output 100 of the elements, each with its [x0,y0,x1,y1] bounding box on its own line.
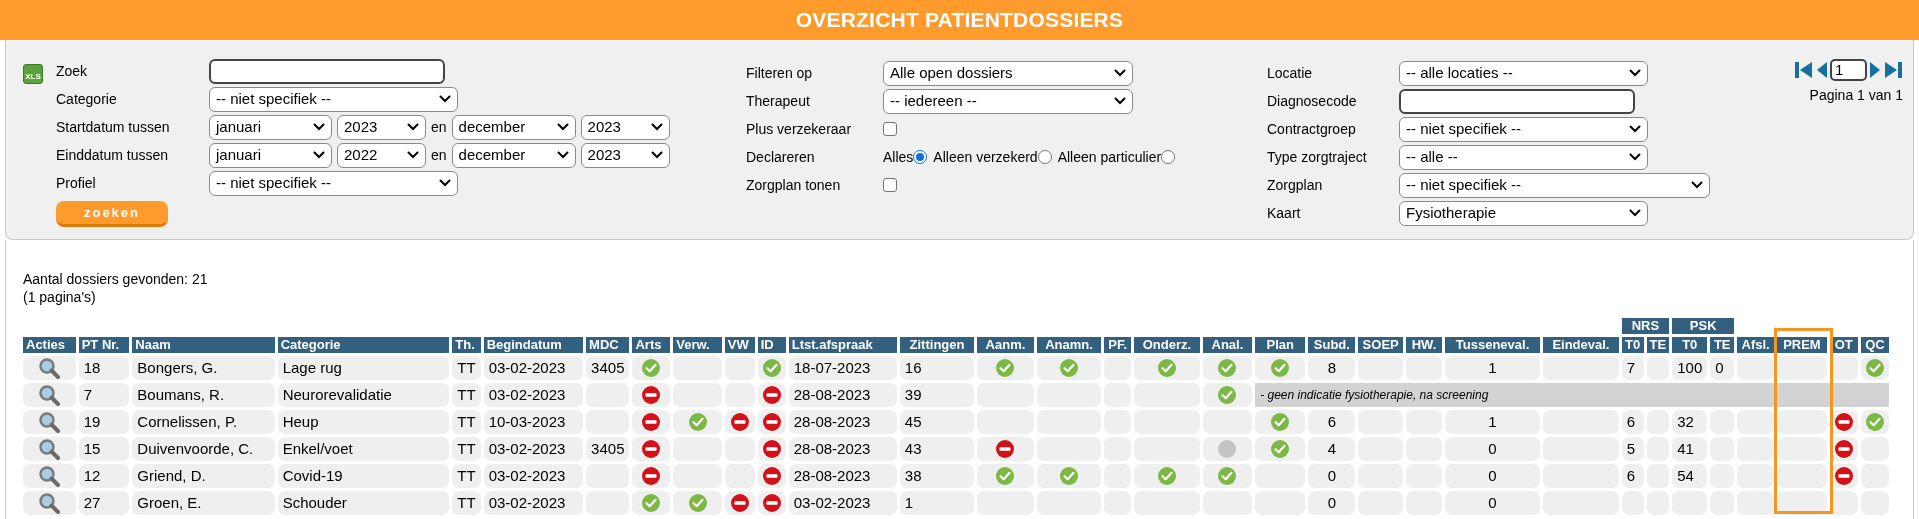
text-field[interactable] [1399,88,1635,114]
last-page-icon[interactable] [1883,61,1903,79]
field-label: Declareren [746,147,816,167]
column-header[interactable]: Onderz. [1134,337,1200,353]
table-cell: TT [452,383,481,407]
column-header[interactable]: PREM [1777,337,1827,353]
no-entry-icon [762,440,781,458]
column-header[interactable]: Arts [632,337,671,353]
dropdown-select[interactable]: 2023 [580,114,670,140]
column-header[interactable]: Begindatum [483,337,584,353]
table-cell: Bongers, G. [132,356,275,380]
dropdown-select[interactable]: -- niet specifiek -- [1399,116,1648,142]
checkbox[interactable] [883,178,897,192]
chevron-icon [650,151,663,159]
first-page-icon[interactable] [1794,61,1814,79]
page-title: OVERZICHT PATIENTDOSSIERS [795,7,1124,34]
column-header[interactable]: HW. [1406,337,1442,353]
next-page-icon[interactable] [1869,61,1881,79]
dropdown-select[interactable]: december [451,142,576,168]
table-cell: 1 [1444,410,1541,434]
radio-button[interactable] [913,150,928,164]
column-header[interactable]: Th. [452,337,481,353]
table-cell: 15 [78,437,130,461]
dropdown-select[interactable]: -- niet specifiek -- [209,170,458,196]
column-header[interactable]: Afsl. [1737,337,1775,353]
column-header[interactable]: QC [1860,337,1889,353]
column-header[interactable]: Acties [23,337,76,353]
search-icon[interactable] [38,357,61,379]
radio-button[interactable] [1161,150,1176,164]
dropdown-select[interactable]: -- niet specifiek -- [209,86,458,112]
dropdown-select[interactable]: januari [209,114,332,140]
empty-cell [1737,437,1775,461]
dropdown-select[interactable]: 2023 [337,114,426,140]
column-header[interactable]: TE [1710,337,1735,353]
column-header[interactable]: SOEP [1358,337,1404,353]
column-header[interactable]: Plan [1255,337,1306,353]
column-header[interactable]: Subd. [1308,337,1356,353]
field-label: Therapeut [746,91,811,111]
table-cell: 7 [1621,356,1644,380]
column-header[interactable]: PT Nr. [78,337,130,353]
dropdown-select[interactable]: 2022 [337,142,426,168]
chevron-icon [1629,69,1641,77]
table-cell: 54 [1672,464,1708,488]
column-header[interactable]: Categorie [277,337,450,353]
radio-button[interactable] [1037,150,1052,164]
search-icon[interactable] [38,411,61,433]
check-icon [1218,467,1237,485]
column-header[interactable]: T0 [1621,337,1644,353]
column-header[interactable]: Verw. [673,337,722,353]
previous-page-icon[interactable] [1816,61,1828,79]
column-header[interactable]: ID [757,337,786,353]
chevron-icon [1114,97,1126,105]
no-entry-icon [642,413,661,431]
search-icon[interactable] [38,438,61,460]
dropdown-select[interactable]: 2023 [580,142,670,168]
chevron-icon [313,151,325,159]
dropdown-select[interactable]: -- niet specifiek -- [1399,172,1710,198]
field-label: Zorgplan [1267,175,1324,195]
column-header[interactable]: Naam [132,337,275,353]
check-icon [1865,359,1884,377]
page-number-field[interactable]: 1 [1830,59,1867,81]
text-field[interactable] [209,58,445,84]
no-entry-icon [642,467,661,485]
dot-icon [1218,440,1237,458]
table-cell: 41 [1672,437,1708,461]
column-header[interactable]: MDC [586,337,630,353]
column-header[interactable]: Anamn. [1036,337,1102,353]
field-label: Type zorgtraject [1267,147,1368,167]
table-cell: 03-02-2023 [483,356,584,380]
dropdown-select[interactable]: december [451,114,576,140]
column-header[interactable]: Anal. [1202,337,1253,353]
column-header[interactable]: T0 [1672,337,1708,353]
check-icon [1865,413,1884,431]
table-cell: TT [452,437,481,461]
field-label: Categorie [56,89,118,109]
chevron-icon [1691,181,1703,189]
checkbox[interactable] [883,122,897,136]
dropdown-select[interactable]: -- iedereen -- [883,88,1133,114]
column-header[interactable]: TE [1646,337,1670,353]
dropdown-select[interactable]: januari [209,142,332,168]
column-header[interactable]: PF. [1104,337,1132,353]
column-header[interactable]: Aanm. [977,337,1034,353]
check-icon [1060,467,1078,485]
column-header[interactable]: Ltst.afspraak [788,337,897,353]
column-header[interactable]: Zittingen [899,337,975,353]
search-icon[interactable] [38,384,61,406]
check-icon [1218,359,1237,377]
dropdown-select[interactable]: Fysiotherapie [1399,200,1648,226]
dropdown-select[interactable]: Alle open dossiers [883,60,1133,86]
column-header[interactable]: Tusseneval. [1444,337,1541,353]
column-header[interactable]: Eindeval. [1543,337,1619,353]
check-icon [642,359,661,377]
search-icon[interactable] [38,465,61,487]
column-header[interactable]: VW [724,337,755,353]
dropdown-select[interactable]: -- alle -- [1399,144,1648,170]
search-icon[interactable] [38,492,61,514]
dropdown-select[interactable]: -- alle locaties -- [1399,60,1648,86]
table-cell: 03-02-2023 [483,437,584,461]
table-cell: TT [452,491,481,515]
chevron-icon [1629,153,1641,161]
